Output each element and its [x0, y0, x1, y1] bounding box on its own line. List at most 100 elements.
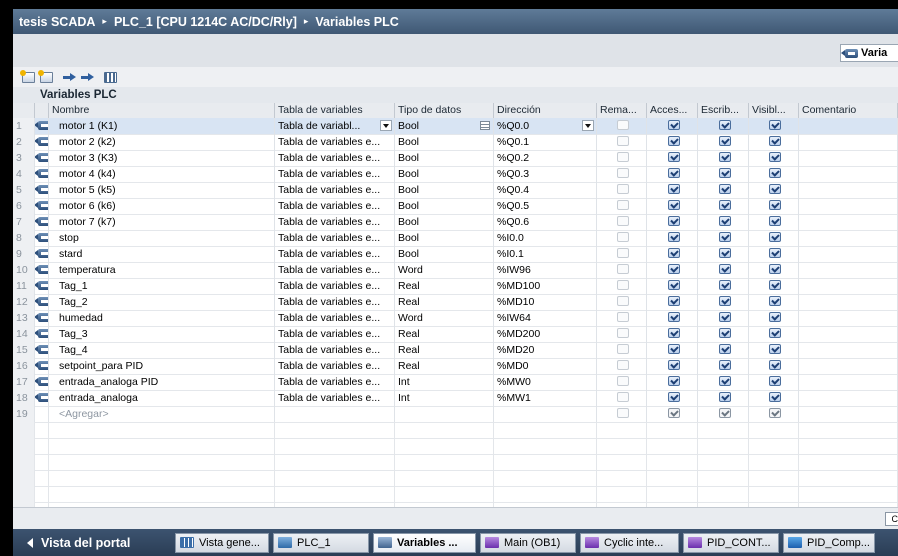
tag-address[interactable] — [494, 406, 597, 422]
retain-checkbox[interactable] — [617, 264, 629, 275]
tab-variables[interactable]: Varia — [840, 44, 898, 62]
taskbar-editor-tab[interactable]: PID_CONT... — [683, 532, 779, 553]
overview-icon[interactable] — [104, 71, 117, 83]
header-tabla[interactable]: Tabla de variables — [275, 103, 395, 118]
visible-checkbox[interactable] — [769, 152, 781, 163]
retain-checkbox[interactable] — [617, 360, 629, 371]
retain-checkbox[interactable] — [617, 280, 629, 291]
accessible-checkbox[interactable] — [667, 152, 680, 163]
visible-checkbox[interactable] — [769, 248, 781, 259]
retain-checkbox[interactable] — [617, 152, 629, 163]
tag-data-type[interactable]: Bool — [395, 198, 494, 214]
comment-cell[interactable] — [799, 358, 898, 374]
writable-checkbox[interactable] — [718, 296, 731, 307]
tag-name[interactable]: motor 1 (K1) — [49, 118, 275, 134]
tag-data-type[interactable]: Bool — [395, 246, 494, 262]
accessible-checkbox[interactable] — [667, 312, 680, 323]
tag-address[interactable]: %Q0.5 — [494, 198, 597, 214]
tag-address[interactable]: %I0.1 — [494, 246, 597, 262]
comment-cell[interactable] — [799, 262, 898, 278]
accessible-checkbox[interactable] — [667, 360, 680, 371]
comment-cell[interactable] — [799, 230, 898, 246]
table-row[interactable]: 6 motor 6 (k6) Tabla de variables e... Bool… — [13, 198, 898, 215]
tag-address[interactable]: %IW64 — [494, 310, 597, 326]
header-accesible[interactable]: Acces... — [647, 103, 698, 118]
tag-name[interactable]: motor 2 (k2) — [49, 134, 275, 150]
import-icon[interactable] — [63, 72, 76, 83]
comment-cell[interactable] — [799, 134, 898, 150]
retain-checkbox[interactable] — [617, 248, 629, 259]
retain-checkbox[interactable] — [617, 168, 629, 179]
taskbar-editor-tab[interactable]: PID_Comp... — [783, 532, 875, 553]
comment-cell[interactable] — [799, 374, 898, 390]
accessible-checkbox[interactable] — [667, 392, 680, 403]
tag-name[interactable]: stop — [49, 230, 275, 246]
writable-checkbox[interactable] — [718, 120, 731, 131]
tag-name[interactable]: entrada_analoga PID — [49, 374, 275, 390]
table-row[interactable]: 12 Tag_2 Tabla de variables e... Real %MD10 — [13, 294, 898, 311]
header-remanencia[interactable]: Rema... — [597, 103, 647, 118]
tag-address[interactable]: %MD100 — [494, 278, 597, 294]
accessible-checkbox[interactable] — [667, 136, 680, 147]
retain-checkbox[interactable] — [617, 120, 629, 131]
export-icon[interactable] — [81, 72, 94, 83]
tag-address[interactable]: %Q0.4 — [494, 182, 597, 198]
accessible-checkbox[interactable] — [667, 232, 680, 243]
tag-name[interactable]: temperatura — [49, 262, 275, 278]
visible-checkbox[interactable] — [769, 136, 781, 147]
retain-checkbox[interactable] — [617, 312, 629, 323]
tag-data-type[interactable]: Bool — [395, 230, 494, 246]
tag-name[interactable]: Tag_4 — [49, 342, 275, 358]
accessible-checkbox[interactable] — [667, 184, 680, 195]
portal-view-button[interactable]: Vista del portal — [13, 536, 175, 550]
comment-cell[interactable] — [799, 214, 898, 230]
tag-table-name[interactable]: Tabla de variables e... — [275, 214, 395, 230]
header-direccion[interactable]: Dirección — [494, 103, 597, 118]
table-row[interactable]: 3 motor 3 (K3) Tabla de variables e... Bool… — [13, 150, 898, 167]
tag-name[interactable]: Tag_2 — [49, 294, 275, 310]
taskbar-editor-tab[interactable]: Main (OB1) — [480, 532, 576, 553]
writable-checkbox[interactable] — [718, 136, 731, 147]
accessible-checkbox[interactable] — [667, 120, 680, 131]
tag-table-name[interactable]: Tabla de variables e... — [275, 326, 395, 342]
retain-checkbox[interactable] — [617, 328, 629, 339]
visible-checkbox[interactable] — [769, 120, 781, 131]
writable-checkbox[interactable] — [718, 328, 731, 339]
tag-data-type[interactable]: Bool — [395, 118, 494, 134]
table-row[interactable]: 7 motor 7 (k7) Tabla de variables e... Bool… — [13, 214, 898, 231]
visible-checkbox[interactable] — [769, 184, 781, 195]
comment-cell[interactable] — [799, 326, 898, 342]
visible-checkbox[interactable] — [769, 328, 781, 339]
tag-table-name[interactable]: Tabla de variables e... — [275, 294, 395, 310]
comment-cell[interactable] — [799, 390, 898, 406]
tag-name[interactable]: motor 5 (k5) — [49, 182, 275, 198]
writable-checkbox[interactable] — [718, 264, 731, 275]
comment-cell[interactable] — [799, 198, 898, 214]
writable-checkbox[interactable] — [718, 152, 731, 163]
tag-address[interactable]: %Q0.1 — [494, 134, 597, 150]
tag-name[interactable]: Tag_3 — [49, 326, 275, 342]
tag-address[interactable]: %MD10 — [494, 294, 597, 310]
tag-table-name[interactable]: Tabla de variables e... — [275, 278, 395, 294]
chevron-down-icon[interactable] — [582, 120, 594, 131]
writable-checkbox[interactable] — [718, 312, 731, 323]
tag-address[interactable]: %I0.0 — [494, 230, 597, 246]
tag-data-type[interactable]: Real — [395, 278, 494, 294]
accessible-checkbox[interactable] — [667, 216, 680, 227]
tag-name[interactable]: setpoint_para PID — [49, 358, 275, 374]
tag-table-name[interactable]: Tabla de variables e... — [275, 262, 395, 278]
tag-table-name[interactable]: Tabla de variables e... — [275, 134, 395, 150]
add-tag-icon[interactable] — [20, 69, 35, 83]
accessible-checkbox[interactable] — [667, 200, 680, 211]
breadcrumb-project[interactable]: tesis SCADA — [19, 15, 95, 29]
tag-table-name[interactable]: Tabla de variables e... — [275, 182, 395, 198]
tag-address[interactable]: %MD200 — [494, 326, 597, 342]
chevron-down-icon[interactable] — [380, 120, 392, 131]
visible-checkbox[interactable] — [769, 344, 781, 355]
header-escribible[interactable]: Escrib... — [698, 103, 749, 118]
writable-checkbox[interactable] — [718, 248, 731, 259]
writable-checkbox[interactable] — [718, 184, 731, 195]
retain-checkbox[interactable] — [617, 136, 629, 147]
accessible-checkbox[interactable] — [667, 328, 680, 339]
tag-data-type[interactable]: Real — [395, 342, 494, 358]
